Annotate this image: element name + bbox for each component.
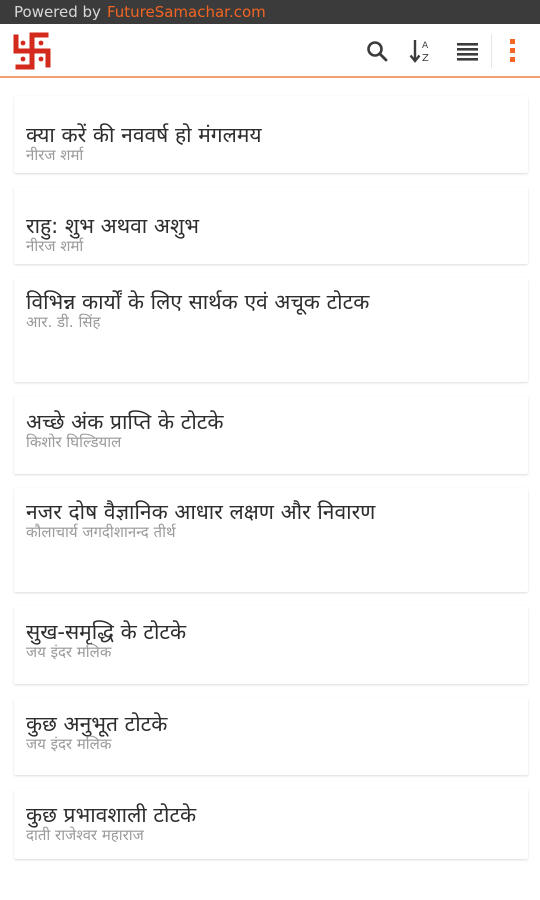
article-title: अच्छे अंक प्राप्ति के टोटके किशोर घिल्डिय… <box>26 409 406 452</box>
overflow-menu-icon[interactable] <box>497 35 529 67</box>
powered-by-label: Powered by <box>14 3 101 21</box>
article-title: कुछ प्रभावशाली टोटके दाती राजेश्वर महाराज <box>26 802 406 845</box>
article-card[interactable]: राहु: शुभ अथवा अशुभ नीरज शर्मा <box>14 187 528 264</box>
article-title: विभिन्न कार्यों के लिए सार्थक एवं अचूक ट… <box>26 289 406 332</box>
article-title: कुछ अनुभूत टोटके जय इंदर मलिक <box>26 711 406 754</box>
article-card[interactable]: सुख-समृद्धि के टोटके जय इंदर मलिक <box>14 606 528 684</box>
article-author: दाती राजेश्वर महाराज <box>26 826 144 844</box>
article-title: राहु: शुभ अथवा अशुभ नीरज शर्मा <box>26 213 406 256</box>
list-view-icon[interactable] <box>452 35 484 67</box>
article-author: जय इंदर मलिक <box>26 643 112 661</box>
search-icon[interactable] <box>361 35 393 67</box>
article-card[interactable]: नजर दोष वैज्ञानिक आधार लक्षण और निवारण कौ… <box>14 488 528 592</box>
article-author: किशोर घिल्डियाल <box>26 433 122 451</box>
article-author: आर. डी. सिंह <box>26 313 101 331</box>
swastika-icon[interactable] <box>12 31 52 71</box>
toolbar-divider <box>491 34 492 68</box>
article-card[interactable]: अच्छे अंक प्राप्ति के टोटके किशोर घिल्डिय… <box>14 396 528 474</box>
article-author: जय इंदर मलिक <box>26 735 112 753</box>
article-title: नजर दोष वैज्ञानिक आधार लक्षण और निवारण कौ… <box>26 499 406 542</box>
powered-by-brand-link[interactable]: FutureSamachar.com <box>107 3 266 21</box>
sort-az-icon[interactable]: A Z <box>406 35 438 67</box>
article-card[interactable]: विभिन्न कार्यों के लिए सार्थक एवं अचूक ट… <box>14 278 528 382</box>
powered-by-bar: Powered by FutureSamachar.com <box>0 0 540 24</box>
svg-text:A: A <box>422 41 429 51</box>
article-title: सुख-समृद्धि के टोटके जय इंदर मलिक <box>26 619 406 662</box>
article-card[interactable]: कुछ प्रभावशाली टोटके दाती राजेश्वर महाराज <box>14 789 528 859</box>
svg-text:Z: Z <box>422 53 429 64</box>
article-author: नीरज शर्मा <box>26 146 84 164</box>
article-card[interactable]: कुछ अनुभूत टोटके जय इंदर मलिक <box>14 698 528 775</box>
article-author: कौलाचार्य जगदीशानन्द तीर्थ <box>26 523 176 541</box>
article-title: क्या करें की नववर्ष हो मंगलमय नीरज शर्मा <box>26 122 406 165</box>
app-bar: A Z <box>0 24 540 78</box>
article-author: नीरज शर्मा <box>26 237 84 255</box>
article-card[interactable]: क्या करें की नववर्ष हो मंगलमय नीरज शर्मा <box>14 96 528 173</box>
